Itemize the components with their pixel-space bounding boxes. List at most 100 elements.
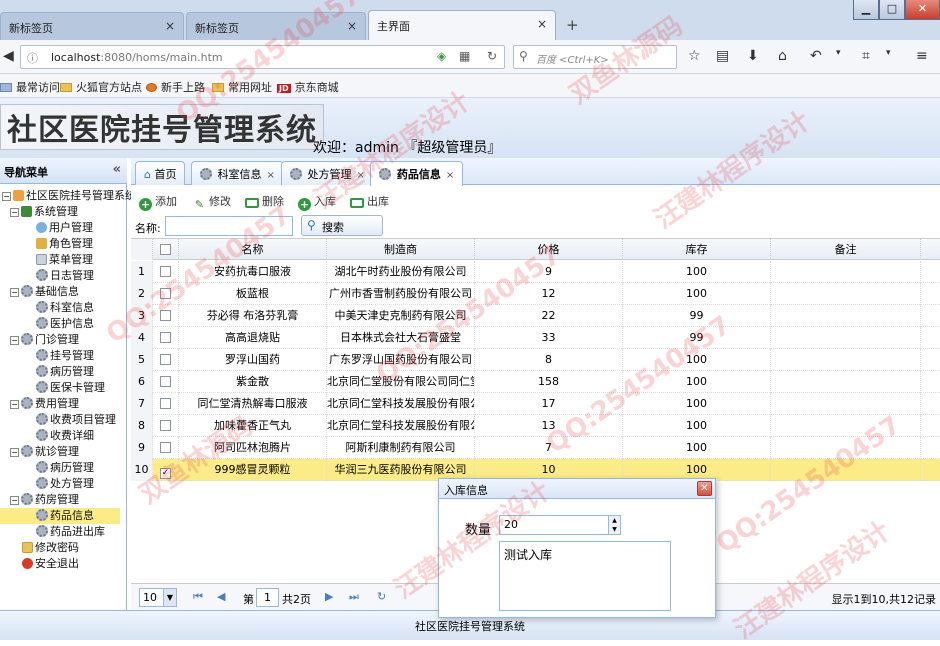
maximize-icon[interactable]: □	[879, 0, 905, 20]
close-icon[interactable]: ✕	[697, 481, 712, 496]
collapse-icon[interactable]: «	[113, 162, 121, 177]
tab-home[interactable]: ⌂ 首页	[135, 161, 186, 185]
tab-medicine[interactable]: 药品信息 ×	[370, 161, 464, 186]
collapse-toggle-icon[interactable]: −	[10, 496, 19, 505]
close-icon[interactable]: ×	[446, 170, 454, 181]
column-header[interactable]: 备注	[771, 239, 921, 260]
tree-item[interactable]: 收费详细	[36, 428, 94, 444]
search-button[interactable]: ⚲ 搜索	[301, 215, 383, 236]
search-box[interactable]: ⚲ 百度 <Ctrl+K>	[513, 45, 677, 69]
collapse-toggle-icon[interactable]: −	[10, 288, 19, 297]
prev-page-icon[interactable]: ◀	[217, 590, 225, 603]
qrcode-icon[interactable]: ▦	[459, 49, 470, 63]
tree-item-selected[interactable]: 药品信息	[0, 508, 120, 524]
quantity-stepper[interactable]: 20 ▲ ▼	[499, 515, 621, 535]
back-icon[interactable]: ◀	[3, 48, 14, 64]
column-header[interactable]: 价格	[475, 239, 623, 260]
tree-group-fee[interactable]: − 费用管理	[10, 396, 79, 412]
tree-group-visit[interactable]: − 就诊管理	[10, 444, 79, 460]
select-all-checkbox[interactable]	[153, 239, 179, 260]
tree-group-outpatient[interactable]: − 门诊管理	[10, 332, 79, 348]
table-row[interactable]: 1 安药抗毒口服液 湖北午时药业股份有限公司 9 100	[131, 261, 940, 283]
tree-item[interactable]: 处方管理	[36, 476, 94, 492]
table-row[interactable]: 5 罗浮山国药 广东罗浮山国药股份有限公司 8 100	[131, 349, 940, 371]
page-number-input[interactable]: 1	[256, 588, 279, 607]
tab-prescription[interactable]: 处方管理 ×	[281, 161, 374, 185]
checkbox[interactable]	[160, 332, 171, 343]
menu-icon[interactable]: ≡	[916, 48, 928, 64]
browser-tab-active[interactable]: 主界面 ×	[368, 10, 556, 40]
dropdown-icon[interactable]: ▾	[886, 48, 891, 58]
collapse-toggle-icon[interactable]: −	[10, 208, 19, 217]
row-checkbox-cell[interactable]	[153, 283, 179, 305]
table-row[interactable]: 2 板蓝根 广州市香雪制药股份有限公司 12 100	[131, 283, 940, 305]
shield-icon[interactable]: ◈	[437, 49, 446, 63]
stock-out-button[interactable]: 出库	[350, 193, 389, 209]
tree-item[interactable]: 医护信息	[36, 316, 94, 332]
undo-icon[interactable]: ↶	[810, 48, 822, 64]
column-header[interactable]: 库存	[623, 239, 771, 260]
dropdown-icon[interactable]: ▾	[836, 48, 841, 58]
bookmark-item[interactable]: 最常访问	[0, 79, 60, 95]
first-page-icon[interactable]: ⏮	[193, 590, 203, 604]
checkbox[interactable]	[160, 420, 171, 431]
row-checkbox-cell[interactable]: ✓	[153, 459, 179, 481]
bookmark-item[interactable]: 火狐官方站点	[60, 79, 142, 95]
table-row[interactable]: 7 同仁堂清热解毒口服液 北京同仁堂科技发展股份有限公 17 100	[131, 393, 940, 415]
reload-icon[interactable]: ↻	[487, 49, 497, 63]
row-checkbox-cell[interactable]	[153, 349, 179, 371]
row-checkbox-cell[interactable]	[153, 371, 179, 393]
delete-button[interactable]: 删除	[245, 193, 284, 209]
tree-item[interactable]: 科室信息	[36, 300, 94, 316]
bookmark-item[interactable]: JD 京东商城	[277, 79, 339, 95]
note-textarea[interactable]: 测试入库	[499, 541, 671, 611]
row-checkbox-cell[interactable]	[153, 327, 179, 349]
close-icon[interactable]: ×	[347, 19, 357, 33]
table-row[interactable]: 6 紫金散 北京同仁堂股份有限公司同仁堂 158 100	[131, 371, 940, 393]
row-checkbox-cell[interactable]	[153, 305, 179, 327]
url-bar[interactable]: ⓘ localhost:8080/homs/main.htm ◈ ▦ ↻	[20, 45, 505, 69]
tree-item[interactable]: 药品进出库	[36, 524, 105, 540]
refresh-icon[interactable]: ↻	[377, 590, 386, 603]
close-icon[interactable]: ×	[267, 170, 275, 181]
checkbox[interactable]	[160, 266, 171, 277]
table-row[interactable]: 9 阿司匹林泡腾片 阿斯利康制药有限公司 7 100	[131, 437, 940, 459]
row-checkbox-cell[interactable]	[153, 393, 179, 415]
collapse-toggle-icon[interactable]: −	[2, 192, 11, 201]
tree-item[interactable]: 日志管理	[36, 268, 94, 284]
add-button[interactable]: + 添加	[139, 193, 177, 211]
column-header[interactable]: 名称	[179, 239, 327, 260]
reading-list-icon[interactable]: ▤	[716, 48, 729, 64]
window-close-icon[interactable]: ✕	[905, 0, 940, 20]
tree-group-pharmacy[interactable]: − 药房管理	[10, 492, 79, 508]
table-row[interactable]: 3 芬必得 布洛芬乳膏 中美天津史克制药有限公司 22 99	[131, 305, 940, 327]
crop-icon[interactable]: ⌗	[862, 48, 870, 64]
browser-tab[interactable]: 新标签页 ×	[186, 12, 366, 40]
home-icon[interactable]: ⌂	[778, 48, 787, 64]
checkbox[interactable]	[160, 398, 171, 409]
checkbox[interactable]	[160, 288, 171, 299]
tree-item[interactable]: 用户管理	[36, 220, 93, 236]
tree-item[interactable]: 病历管理	[36, 364, 94, 380]
collapse-toggle-icon[interactable]: −	[10, 336, 19, 345]
tree-item[interactable]: 病历管理	[36, 460, 94, 476]
checkbox[interactable]: ✓	[160, 468, 171, 479]
tab-department[interactable]: 科室信息 ×	[191, 161, 284, 185]
row-checkbox-cell[interactable]	[153, 437, 179, 459]
minimize-icon[interactable]: ▁	[853, 0, 879, 20]
page-size-select[interactable]: 10 ▼	[139, 588, 177, 607]
tree-item-logout[interactable]: 安全退出	[22, 556, 79, 572]
tree-group-basic[interactable]: − 基础信息	[10, 284, 79, 300]
stock-in-button[interactable]: + 入库	[298, 193, 336, 211]
tree-item[interactable]: 医保卡管理	[36, 380, 105, 396]
checkbox[interactable]	[160, 244, 171, 255]
checkbox[interactable]	[160, 310, 171, 321]
new-tab-icon[interactable]: +	[566, 16, 579, 34]
column-header[interactable]: 制造商	[327, 239, 475, 260]
close-icon[interactable]: ×	[165, 19, 175, 33]
star-icon[interactable]: ☆	[688, 48, 701, 64]
table-row[interactable]: 8 加味藿香正气丸 北京同仁堂科技发展股份有限公 13 100	[131, 415, 940, 437]
bookmark-item[interactable]: 常用网址	[212, 79, 272, 95]
row-checkbox-cell[interactable]	[153, 415, 179, 437]
browser-tab[interactable]: 新标签页 ×	[0, 12, 184, 40]
